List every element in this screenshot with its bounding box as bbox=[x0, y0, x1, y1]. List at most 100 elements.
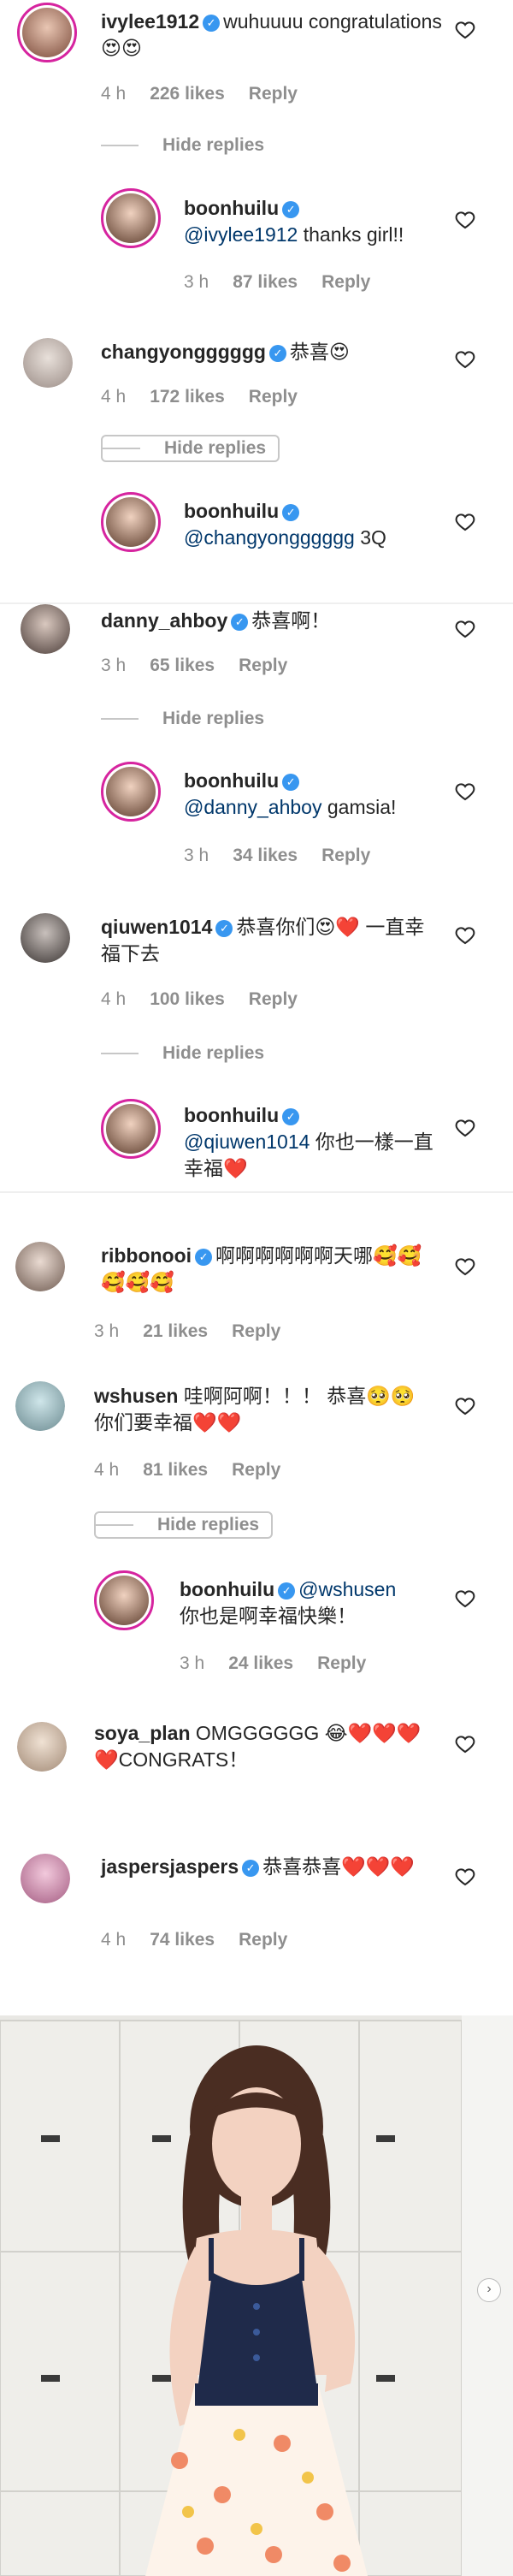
avatar[interactable] bbox=[17, 3, 77, 62]
reply-button[interactable]: Reply bbox=[317, 1653, 366, 1673]
comment-username[interactable]: boonhuilu bbox=[180, 1578, 274, 1600]
comment-meta: 3 h 34 likes Reply bbox=[184, 846, 394, 866]
avatar[interactable] bbox=[101, 492, 161, 552]
comment-text: changyongggggg ✓ 恭喜😍 bbox=[101, 339, 460, 365]
heart-icon[interactable] bbox=[455, 210, 475, 230]
verified-badge-icon: ✓ bbox=[268, 345, 286, 362]
comment-username[interactable]: soya_plan bbox=[94, 1722, 191, 1744]
like-count[interactable]: 24 likes bbox=[228, 1653, 293, 1673]
comment-username[interactable]: boonhuilu bbox=[184, 769, 279, 792]
avatar[interactable] bbox=[101, 188, 161, 248]
heart-icon[interactable] bbox=[455, 1867, 475, 1887]
avatar[interactable] bbox=[101, 1099, 161, 1159]
hide-replies-button[interactable]: Hide replies bbox=[101, 135, 264, 156]
verified-badge-icon: ✓ bbox=[195, 1249, 213, 1266]
comment-body: 恭喜恭喜❤️❤️❤️ bbox=[262, 1855, 416, 1878]
verified-badge-icon: ✓ bbox=[282, 774, 300, 791]
heart-icon[interactable] bbox=[455, 1588, 475, 1609]
comment-username[interactable]: ribbonooi bbox=[101, 1244, 192, 1267]
mention-link[interactable]: @danny_ahboy bbox=[184, 796, 321, 818]
heart-icon[interactable] bbox=[455, 1256, 475, 1277]
comment-body: 恭喜啊！ bbox=[251, 609, 331, 632]
hide-replies-button[interactable]: Hide replies bbox=[94, 1511, 274, 1539]
avatar[interactable] bbox=[17, 1722, 67, 1772]
like-count[interactable]: 34 likes bbox=[233, 846, 298, 865]
comment-username[interactable]: wshusen bbox=[94, 1385, 178, 1407]
comment-username[interactable]: jaspersjaspers bbox=[101, 1855, 239, 1878]
heart-icon[interactable] bbox=[455, 781, 475, 802]
reply-button[interactable]: Reply bbox=[249, 989, 298, 1009]
section-divider bbox=[0, 1191, 513, 1193]
comment-text: qiuwen1014 ✓ 恭喜你们😍❤️ 一直幸福下去 bbox=[101, 914, 443, 967]
reply-button[interactable]: Reply bbox=[239, 1930, 287, 1950]
like-count[interactable]: 74 likes bbox=[150, 1930, 215, 1950]
comment-time: 3 h bbox=[94, 1321, 120, 1341]
like-count[interactable]: 226 likes bbox=[150, 84, 225, 104]
reply-text: boonhuilu ✓ @ivylee1912 thanks girl!! bbox=[184, 195, 457, 248]
verified-badge-icon: ✓ bbox=[242, 1860, 260, 1877]
reply-button[interactable]: Reply bbox=[321, 846, 370, 865]
comment-username[interactable]: boonhuilu bbox=[184, 1104, 279, 1126]
heart-icon[interactable] bbox=[455, 1396, 475, 1416]
avatar[interactable] bbox=[21, 604, 70, 654]
reply-button[interactable]: Reply bbox=[239, 656, 287, 675]
mention-link[interactable]: @changyongggggg bbox=[184, 526, 355, 549]
heart-icon[interactable] bbox=[455, 349, 475, 370]
verified-badge-icon: ✓ bbox=[203, 15, 221, 32]
comment-username[interactable]: qiuwen1014 bbox=[101, 916, 212, 938]
reply-button[interactable]: Reply bbox=[232, 1321, 280, 1341]
comment-username[interactable]: danny_ahboy bbox=[101, 609, 227, 632]
mention-link[interactable]: @wshusen bbox=[298, 1578, 396, 1600]
hide-replies-button[interactable]: Hide replies bbox=[101, 1043, 264, 1064]
hide-replies-button[interactable]: Hide replies bbox=[101, 709, 264, 729]
comment-username[interactable]: boonhuilu bbox=[184, 197, 279, 219]
comment-meta: 4 h 74 likes Reply bbox=[101, 1930, 311, 1950]
comment-body: thanks girl!! bbox=[298, 223, 404, 246]
verified-badge-icon: ✓ bbox=[282, 504, 300, 521]
heart-icon[interactable] bbox=[455, 1118, 475, 1138]
mention-link[interactable]: @qiuwen1014 bbox=[184, 1131, 310, 1153]
comment-text: soya_plan OMGGGGGG 😂❤️❤️❤️❤️CONGRATS！ bbox=[94, 1720, 436, 1773]
like-count[interactable]: 21 likes bbox=[143, 1321, 208, 1341]
heart-icon[interactable] bbox=[455, 20, 475, 40]
comment-username[interactable]: boonhuilu bbox=[184, 500, 279, 522]
heart-icon[interactable] bbox=[455, 619, 475, 639]
reply-text: boonhuilu ✓ @changyongggggg 3Q bbox=[184, 498, 457, 551]
reply-text: boonhuilu ✓ @qiuwen1014 你也一樣一直幸福❤️ bbox=[184, 1102, 449, 1182]
avatar[interactable] bbox=[15, 1242, 65, 1291]
reply-button[interactable]: Reply bbox=[321, 272, 370, 292]
comment-meta: 4 h 226 likes Reply bbox=[101, 84, 321, 104]
reply-text: boonhuilu ✓ @danny_ahboy gamsia! bbox=[184, 768, 457, 821]
mention-link[interactable]: @ivylee1912 bbox=[184, 223, 298, 246]
avatar[interactable] bbox=[94, 1570, 154, 1630]
heart-icon[interactable] bbox=[455, 1734, 475, 1754]
comment-time: 3 h bbox=[101, 656, 127, 675]
heart-icon[interactable] bbox=[455, 512, 475, 532]
hide-replies-button[interactable]: Hide replies bbox=[101, 435, 280, 462]
comment-text: ribbonooi ✓ 啊啊啊啊啊啊天哪🥰🥰🥰🥰🥰 bbox=[101, 1243, 443, 1296]
like-count[interactable]: 172 likes bbox=[150, 387, 225, 407]
comment-time: 3 h bbox=[184, 272, 209, 292]
comment-meta: 3 h 87 likes Reply bbox=[184, 272, 394, 293]
comment-username[interactable]: changyongggggg bbox=[101, 341, 266, 363]
avatar[interactable] bbox=[21, 1854, 70, 1903]
reply-button[interactable]: Reply bbox=[249, 387, 298, 407]
avatar[interactable] bbox=[15, 1381, 65, 1431]
next-image-button[interactable]: › bbox=[477, 2278, 501, 2302]
comment-body: 恭喜😍 bbox=[289, 341, 350, 363]
avatar[interactable] bbox=[21, 913, 70, 963]
avatar[interactable] bbox=[101, 762, 161, 822]
avatar[interactable] bbox=[23, 338, 73, 388]
like-count[interactable]: 87 likes bbox=[233, 272, 298, 292]
reply-text: boonhuilu ✓ @wshusen 你也是啊幸福快樂！ bbox=[180, 1576, 453, 1629]
like-count[interactable]: 100 likes bbox=[150, 989, 225, 1009]
like-count[interactable]: 65 likes bbox=[150, 656, 215, 675]
comment-meta: 3 h 21 likes Reply bbox=[94, 1321, 304, 1342]
reply-button[interactable]: Reply bbox=[232, 1460, 280, 1480]
comment-meta: 3 h 65 likes Reply bbox=[101, 656, 311, 676]
comment-username[interactable]: ivylee1912 bbox=[101, 10, 199, 33]
heart-icon[interactable] bbox=[455, 925, 475, 946]
post-photo[interactable]: › bbox=[0, 2015, 513, 2576]
reply-button[interactable]: Reply bbox=[249, 84, 298, 104]
like-count[interactable]: 81 likes bbox=[143, 1460, 208, 1480]
